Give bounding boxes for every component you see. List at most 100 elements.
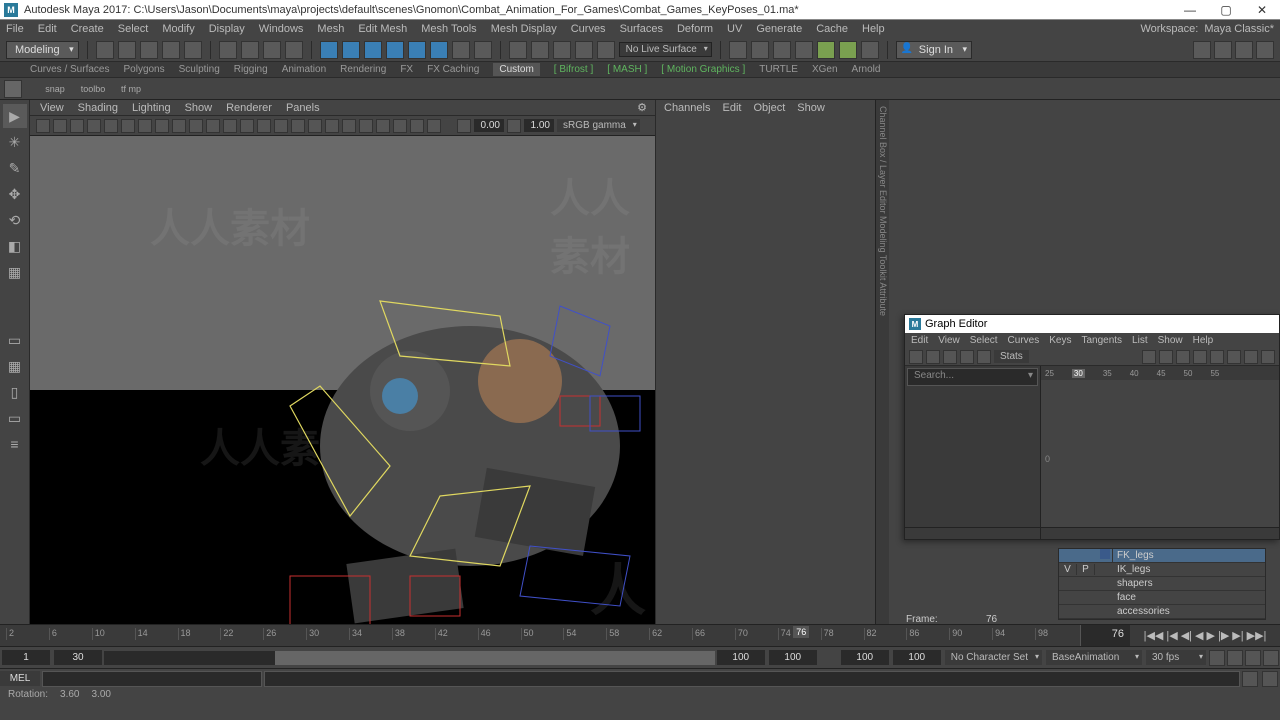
resolution-gate-icon[interactable] <box>138 119 152 133</box>
panel-menu-show[interactable]: Show <box>185 102 213 114</box>
aa-icon[interactable] <box>427 119 441 133</box>
maximize-button[interactable]: ▢ <box>1208 0 1244 20</box>
ui-toggle-3-icon[interactable] <box>1235 41 1253 59</box>
ge-tangent-break-icon[interactable] <box>1227 350 1241 364</box>
ge-region-icon[interactable] <box>960 350 974 364</box>
select-component-icon[interactable] <box>285 41 303 59</box>
shelf-btn-gear-icon[interactable] <box>4 80 22 98</box>
play-back-button[interactable]: ◀ <box>1195 629 1203 642</box>
history-off-icon[interactable] <box>531 41 549 59</box>
shelf-btn-tfmp[interactable]: tf mp <box>114 80 148 98</box>
outliner-icon[interactable]: ≡ <box>3 432 27 456</box>
ge-outliner-scroll-h[interactable] <box>905 527 1040 539</box>
panel-menu-panels[interactable]: Panels <box>286 102 320 114</box>
render-toggle-icon[interactable] <box>817 41 835 59</box>
step-back-button[interactable]: ◀| <box>1181 629 1192 642</box>
ao-icon[interactable] <box>376 119 390 133</box>
open-scene-icon[interactable] <box>118 41 136 59</box>
layer-row-shapers[interactable]: shapers <box>1059 577 1265 591</box>
motion-blur-icon[interactable] <box>393 119 407 133</box>
step-forward-key-button[interactable]: ▶| <box>1232 629 1243 642</box>
mode-selector[interactable]: Modeling <box>6 41 79 59</box>
ge-lattice-icon[interactable] <box>943 350 957 364</box>
anim-layer-dd[interactable]: BaseAnimation <box>1046 650 1142 665</box>
ge-tangent-stepped-icon[interactable] <box>1193 350 1207 364</box>
shelf-btn-toolbo[interactable]: toolbo <box>76 80 110 98</box>
xray-joints-icon[interactable] <box>342 119 356 133</box>
four-pane-icon[interactable]: ▦ <box>3 354 27 378</box>
step-back-key-button[interactable]: |◀ <box>1166 629 1177 642</box>
ge-menu-list[interactable]: List <box>1132 335 1148 346</box>
undo-icon[interactable] <box>162 41 180 59</box>
ge-tangent-clamped-icon[interactable] <box>1176 350 1190 364</box>
shelf-tab-polygons[interactable]: Polygons <box>123 64 164 75</box>
layer-color[interactable] <box>1095 549 1113 562</box>
ge-outliner[interactable]: Search... <box>905 366 1041 539</box>
save-scene-icon[interactable] <box>140 41 158 59</box>
xray-icon[interactable] <box>325 119 339 133</box>
close-button[interactable]: ✕ <box>1244 0 1280 20</box>
command-input[interactable] <box>42 671 262 687</box>
select-tool-icon[interactable]: ▶ <box>3 104 27 128</box>
snap-live-icon[interactable] <box>408 41 426 59</box>
rotate-tool-icon[interactable]: ⟲ <box>3 208 27 232</box>
move-tool-icon[interactable]: ✥ <box>3 182 27 206</box>
redo-icon[interactable] <box>184 41 202 59</box>
range-slider[interactable] <box>104 651 715 665</box>
menu-mesh[interactable]: Mesh <box>317 23 344 35</box>
ge-menu-curves[interactable]: Curves <box>1008 335 1040 346</box>
graph-editor-titlebar[interactable]: M Graph Editor <box>905 315 1279 333</box>
minimize-button[interactable]: — <box>1172 0 1208 20</box>
range-start-outer[interactable]: 1 <box>2 650 50 665</box>
scale-tool-icon[interactable]: ◧ <box>3 234 27 258</box>
ge-menu-keys[interactable]: Keys <box>1049 335 1071 346</box>
two-pane-v-icon[interactable]: ▯ <box>3 380 27 404</box>
shaded-icon[interactable] <box>240 119 254 133</box>
range-handle[interactable] <box>275 651 715 665</box>
pause-render-icon[interactable] <box>839 41 857 59</box>
menu-windows[interactable]: Windows <box>259 23 304 35</box>
ge-insert-keys-icon[interactable] <box>926 350 940 364</box>
dof-icon[interactable] <box>410 119 424 133</box>
layer-row-accessories[interactable]: accessories <box>1059 605 1265 619</box>
layer-row-ik-legs[interactable]: V P IK_legs <box>1059 563 1265 577</box>
panel-gear-icon[interactable]: ⚙ <box>637 101 655 114</box>
menu-select[interactable]: Select <box>118 23 149 35</box>
script-editor-icon[interactable] <box>1242 671 1258 687</box>
goto-end-button[interactable]: ▶▶| <box>1247 629 1267 642</box>
single-pane-icon[interactable]: ▭ <box>3 328 27 352</box>
gamma-value[interactable]: 1.00 <box>524 119 554 132</box>
command-log-icon[interactable] <box>1262 671 1278 687</box>
shelf-tab-xgen[interactable]: XGen <box>812 64 838 75</box>
menu-deform[interactable]: Deform <box>677 23 713 35</box>
safe-title-icon[interactable] <box>206 119 220 133</box>
field-chart-icon[interactable] <box>172 119 186 133</box>
exposure-toggle-icon[interactable] <box>457 119 471 133</box>
layer-vis[interactable]: V <box>1059 564 1077 575</box>
anim-prefs-icon[interactable] <box>1263 650 1279 666</box>
ui-toggle-2-icon[interactable] <box>1214 41 1232 59</box>
film-gate-icon[interactable] <box>121 119 135 133</box>
grid-toggle-icon[interactable] <box>104 119 118 133</box>
goto-start-button[interactable]: |◀◀ <box>1144 629 1164 642</box>
ge-time-ruler[interactable]: 25 30 35 40 45 50 55 <box>1041 366 1279 380</box>
lock-icon[interactable] <box>474 41 492 59</box>
set-key-icon[interactable] <box>1227 650 1243 666</box>
ge-search-input[interactable]: Search... <box>907 368 1038 386</box>
make-live-icon[interactable] <box>452 41 470 59</box>
ge-menu-tangents[interactable]: Tangents <box>1081 335 1122 346</box>
shelf-tab-arnold[interactable]: Arnold <box>852 64 881 75</box>
menu-modify[interactable]: Modify <box>162 23 194 35</box>
shelf-btn-snap[interactable]: snap <box>38 80 72 98</box>
workspace-value[interactable]: Maya Classic* <box>1204 23 1274 35</box>
ge-menu-view[interactable]: View <box>938 335 960 346</box>
ge-tangent-spline-icon[interactable] <box>1142 350 1156 364</box>
ch-menu-edit[interactable]: Edit <box>722 102 741 114</box>
bookmarks-icon[interactable] <box>70 119 84 133</box>
menu-cache[interactable]: Cache <box>816 23 848 35</box>
ge-move-keys-icon[interactable] <box>909 350 923 364</box>
menu-help[interactable]: Help <box>862 23 885 35</box>
live-surface-dd[interactable]: No Live Surface <box>619 42 712 57</box>
menu-mesh-display[interactable]: Mesh Display <box>491 23 557 35</box>
shelf-tab-curves[interactable]: Curves / Surfaces <box>30 64 109 75</box>
